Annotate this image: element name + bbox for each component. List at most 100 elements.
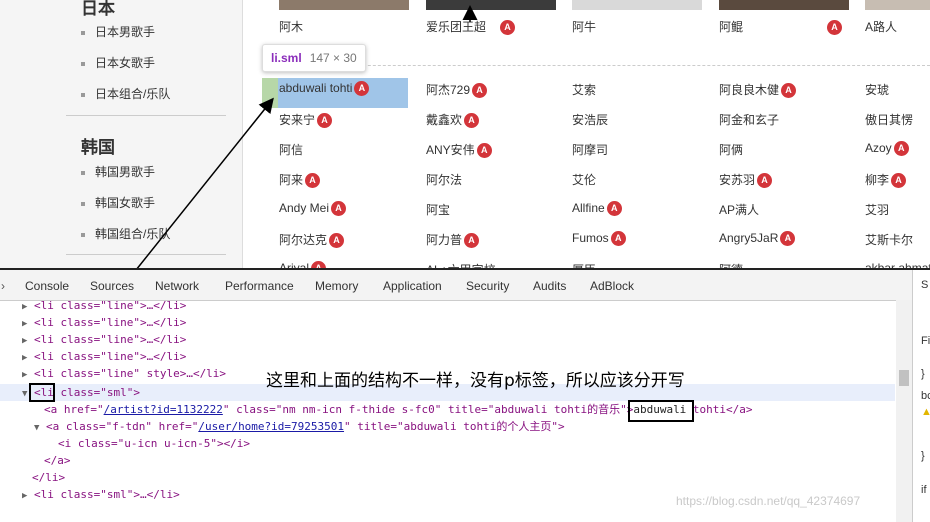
artist-name[interactable]: 安琥 (865, 81, 889, 98)
artist-name[interactable]: 阿宝 (426, 201, 450, 218)
artist-name[interactable]: 爱乐团王超 A (426, 18, 516, 36)
tab-performance[interactable]: Performance (225, 279, 294, 293)
artist-photo[interactable] (865, 0, 930, 10)
user-home-icon[interactable]: A (464, 113, 480, 129)
dom-node-li-line-style[interactable]: ▶ <li class="line" style>…</li> (22, 365, 226, 382)
artist-name[interactable]: Azoy A (865, 141, 909, 157)
artist-name[interactable]: 阿木 (279, 18, 303, 35)
devtools-panel: › Console Sources Network Performance Me… (0, 268, 930, 522)
user-home-icon[interactable]: A (317, 113, 333, 129)
artist-name[interactable]: AL+六甲宫校 (426, 261, 496, 268)
artist-name[interactable]: 阿俩 (719, 141, 743, 158)
artist-name[interactable]: Allfine A (572, 201, 622, 217)
artist-name[interactable]: 阿尔法 (426, 171, 462, 188)
dom-node-li-line[interactable]: ▶ <li class="line">…</li> (22, 331, 186, 348)
artist-name[interactable]: 艾斯卡尔 (865, 231, 913, 248)
filter-input[interactable]: Fi (921, 335, 930, 347)
user-home-icon[interactable]: A (827, 20, 843, 36)
tab-memory[interactable]: Memory (315, 279, 358, 293)
user-home-icon[interactable]: A (464, 233, 480, 249)
artist-name[interactable]: ANY安伟 A (426, 141, 492, 159)
artist-name[interactable]: 阿金和玄子 (719, 111, 779, 128)
dom-node-a-user[interactable]: ▼ <a class="f-tdn" href="/user/home?id=79… (34, 418, 565, 435)
category-sidebar: 日本 日本男歌手 日本女歌手 日本组合/乐队 韩国 韩国男歌手 韩国女歌手 韩国… (0, 0, 243, 268)
sidebar-item-japan-male[interactable]: 日本男歌手 (81, 23, 155, 40)
artist-name[interactable]: 安浩辰 (572, 111, 608, 128)
artist-name[interactable]: akbar ahmat (865, 261, 930, 268)
tab-console[interactable]: Console (25, 279, 69, 293)
tab-overflow-icon[interactable]: › (1, 279, 5, 293)
user-home-icon[interactable]: A (891, 173, 907, 189)
sidebar-item-japan-group[interactable]: 日本组合/乐队 (81, 85, 170, 102)
artist-photo[interactable] (426, 0, 556, 10)
tab-network[interactable]: Network (155, 279, 199, 293)
user-home-icon[interactable]: A (757, 173, 773, 189)
user-home-link[interactable]: /user/home?id=79253501 (198, 420, 344, 433)
user-home-icon[interactable]: A (893, 141, 909, 157)
user-home-icon[interactable]: A (329, 233, 345, 249)
artist-name[interactable]: 阿力普 A (426, 231, 480, 249)
dom-node-a-close[interactable]: </a> (44, 452, 71, 469)
tab-security[interactable]: Security (466, 279, 509, 293)
artist-name[interactable]: 阿良良木健 A (719, 81, 797, 99)
dom-node-i[interactable]: <i class="u-icn u-icn-5"></i> (58, 435, 250, 452)
artist-name[interactable]: 阿尔达克 A (279, 231, 345, 249)
user-home-icon[interactable]: A (780, 231, 796, 247)
tab-sources[interactable]: Sources (90, 279, 134, 293)
artist-name[interactable]: 阿摩司 (572, 141, 608, 158)
annotation-note: 这里和上面的结构不一样，没有p标签，所以应该分开写 (266, 371, 685, 391)
artist-name[interactable]: 阿杰729 A (426, 81, 488, 99)
artist-photo[interactable] (572, 0, 702, 10)
sidebar-item-korea-group[interactable]: 韩国组合/乐队 (81, 225, 170, 242)
user-home-icon[interactable]: A (610, 231, 626, 247)
artist-name[interactable]: 阿来 A (279, 171, 321, 189)
artist-name[interactable]: 安来宁 A (279, 111, 333, 129)
dom-node-li-sml[interactable]: ▶ <li class="sml">…</li> (22, 486, 180, 503)
artist-link[interactable]: /artist?id=1132222 (104, 403, 223, 416)
artist-name[interactable]: 艾伦 (572, 171, 596, 188)
dom-node-li-close[interactable]: </li> (32, 469, 65, 486)
user-home-icon[interactable]: A (781, 83, 797, 99)
user-home-icon[interactable]: A (354, 81, 370, 97)
user-home-icon[interactable]: A (331, 201, 347, 217)
artist-name[interactable]: AP满人 (719, 201, 759, 218)
artist-name[interactable]: 戴鑫欢 A (426, 111, 480, 129)
artist-name[interactable]: 厚臣 (572, 261, 596, 268)
artist-photo[interactable] (719, 0, 849, 10)
artist-name[interactable]: 柳李 A (865, 171, 907, 189)
artist-name[interactable]: AriyalA (279, 261, 327, 268)
artist-name[interactable]: 艾索 (572, 81, 596, 98)
artist-name[interactable]: 阿牛 (572, 18, 596, 35)
artist-name[interactable]: 艾羽 (865, 201, 889, 218)
elements-scrollbar[interactable] (896, 300, 912, 522)
artist-name[interactable]: A路人 (865, 18, 897, 35)
sidebar-item-japan-female[interactable]: 日本女歌手 (81, 54, 155, 71)
dom-node-li-line[interactable]: ▶ <li class="line">…</li> (22, 314, 186, 331)
tab-audits[interactable]: Audits (533, 279, 566, 293)
artist-name[interactable]: abduwali tohti A (279, 81, 370, 97)
tab-application[interactable]: Application (383, 279, 442, 293)
user-home-icon[interactable]: A (305, 173, 321, 189)
artist-name[interactable]: 阿德 (719, 261, 743, 268)
annotation-box-text (628, 400, 694, 422)
tab-adblock[interactable]: AdBlock (590, 279, 634, 293)
user-home-icon[interactable]: A (476, 143, 492, 159)
artist-name[interactable]: Fumos A (572, 231, 626, 247)
artist-name[interactable]: Andy Mei A (279, 201, 347, 217)
user-home-icon[interactable]: A (500, 20, 516, 36)
user-home-icon[interactable]: A (311, 261, 327, 268)
artist-name[interactable]: 阿信 (279, 141, 303, 158)
dom-node-li-line[interactable]: ▶ <li class="line">…</li> (22, 297, 186, 314)
user-home-icon[interactable]: A (606, 201, 622, 217)
sidebar-item-korea-male[interactable]: 韩国男歌手 (81, 163, 155, 180)
artist-photo[interactable] (279, 0, 409, 10)
styles-tab[interactable]: S (921, 279, 928, 291)
scrollbar-thumb[interactable] (899, 370, 909, 386)
artist-name[interactable]: 傲日其愣 (865, 111, 913, 128)
artist-name[interactable]: Angry5JaR A (719, 231, 796, 247)
sidebar-item-korea-female[interactable]: 韩国女歌手 (81, 194, 155, 211)
artist-name[interactable]: 阿鲲 A (719, 18, 843, 36)
user-home-icon[interactable]: A (472, 83, 488, 99)
artist-name[interactable]: 安苏羽 A (719, 171, 773, 189)
dom-node-li-line[interactable]: ▶ <li class="line">…</li> (22, 348, 186, 365)
